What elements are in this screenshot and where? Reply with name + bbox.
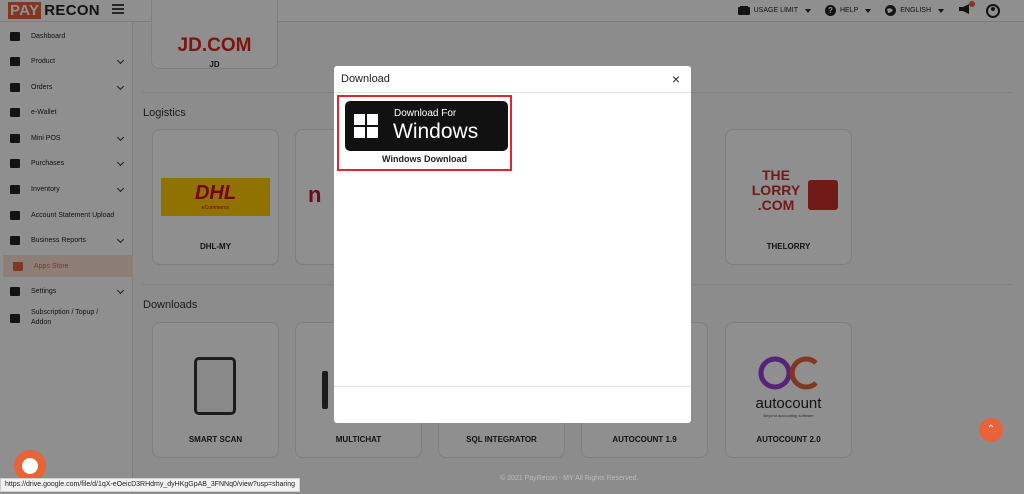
download-windows-button[interactable]: Download For Windows (345, 101, 508, 151)
windows-label: Windows (393, 120, 479, 143)
modal-header: Download × (334, 66, 691, 93)
highlight-box: Download For Windows Windows Download (337, 95, 512, 171)
windows-download-caption: Windows Download (382, 154, 467, 164)
close-icon[interactable]: × (672, 71, 680, 87)
download-modal: Download × Download For Windows Windows … (334, 66, 691, 423)
scroll-top-button[interactable]: ⌃ (979, 418, 1003, 442)
windows-logo-icon (354, 114, 379, 139)
footer-copyright: © 2021 PayRecon - MY All Rights Reserved… (500, 475, 639, 482)
status-url-bar: https://drive.google.com/file/d/1qX-eOei… (0, 478, 301, 492)
modal-title: Download (341, 73, 390, 85)
download-for-label: Download For (394, 108, 457, 119)
modal-footer-divider (334, 386, 691, 387)
